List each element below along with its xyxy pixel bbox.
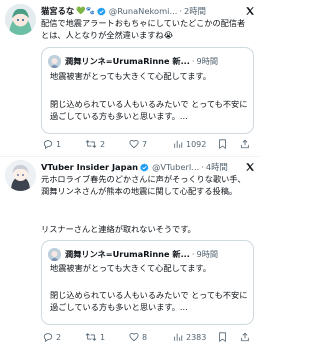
like-icon (129, 332, 139, 342)
views-icon (174, 333, 183, 341)
reply-icon (43, 333, 53, 342)
like-icon (129, 139, 139, 149)
author-handle[interactable]: @VTuberI... (152, 160, 199, 174)
like-count: 8 (142, 332, 148, 342)
quoted-post[interactable]: 潤舞リンネ=UrumaRinne 新... · 9時間 地震被害がとっても大きく… (41, 240, 254, 325)
views-icon (174, 140, 183, 148)
x-logo-icon (245, 162, 255, 172)
separator-dot: · (191, 56, 195, 66)
repost-count: 2 (100, 139, 106, 149)
bookmark-icon (219, 139, 226, 149)
share-icon (241, 139, 249, 149)
post-time[interactable]: 4時間 (206, 160, 228, 174)
views-button[interactable]: 2383 (173, 330, 206, 344)
quoted-post[interactable]: 潤舞リンネ=UrumaRinne 新... · 9時間 地震被害がとっても大きく… (41, 47, 254, 134)
post-actions: 1 2 7 1092 (41, 137, 255, 151)
repost-button[interactable]: 2 (85, 137, 105, 151)
views-count: 2383 (186, 332, 207, 342)
repost-count: 1 (100, 332, 106, 342)
post-text: 配信で地震アラートおもちゃにしていたどこかの配信者とは、人となりが全然違いますね… (41, 18, 246, 41)
quoted-text-line-1: 地震被害がとっても大きくて心配してます。 (50, 263, 211, 273)
post-2[interactable]: VTuber Insider Japan @VTuberI... · 4時間 元… (0, 157, 259, 350)
separator-dot: · (191, 249, 195, 259)
share-button[interactable] (240, 330, 250, 344)
bookmark-icon (219, 332, 226, 342)
post-actions: 2 1 8 2383 (41, 330, 255, 344)
like-count: 7 (142, 139, 148, 149)
author-name[interactable]: VTuber Insider Japan (41, 160, 138, 174)
repost-icon (85, 140, 97, 148)
verified-icon (97, 7, 106, 16)
reply-button[interactable]: 1 (43, 137, 61, 151)
avatar[interactable] (5, 4, 36, 35)
share-button[interactable] (240, 137, 250, 151)
author-emoji: 💚🐾 (76, 6, 95, 15)
quoted-post-time: 9時間 (196, 249, 219, 259)
post-time[interactable]: 2時間 (184, 4, 206, 18)
author-name[interactable]: 猫宮るな (41, 4, 74, 18)
avatar[interactable] (5, 160, 36, 191)
repost-button[interactable]: 1 (85, 330, 105, 344)
reply-count: 1 (56, 139, 62, 149)
repost-icon (85, 333, 97, 341)
post-1[interactable]: 猫宮るな 💚🐾 @RunaNekomi... · 2時間 配信で地震アラートおも… (0, 0, 259, 160)
reply-button[interactable]: 2 (43, 330, 61, 344)
quoted-post-header: 潤舞リンネ=UrumaRinne 新... · 9時間 (48, 247, 247, 261)
reply-count: 2 (56, 332, 62, 342)
verified-icon (140, 163, 149, 172)
quoted-post-time: 9時間 (196, 56, 219, 66)
quoted-text-line-1: 地震被害がとっても大きくて心配してます。 (50, 71, 211, 81)
reply-icon (43, 140, 53, 149)
quoted-author-name: 潤舞リンネ=UrumaRinne 新... (65, 249, 190, 259)
separator-dot: · (201, 162, 204, 172)
bookmark-button[interactable] (218, 137, 227, 151)
bookmark-button[interactable] (218, 330, 227, 344)
quoted-avatar (48, 54, 61, 68)
post-text-paragraph-1: 元ホロライブ春先のどかさんに声がそっくりな歌い手、潤舞リンネさんが熊本の地震に関… (41, 174, 246, 197)
quoted-text-line-2: 閉じ込められている人もいるみたいで とっても不安に過ごしている方も多いと思います… (50, 290, 248, 313)
quoted-text-line-2: 閉じ込められている人もいるみたいで とっても不安に過ごしている方も多いと思います… (50, 99, 248, 122)
post-text-paragraph-2: リスナーさんと連絡が取れないそうです。 (41, 224, 196, 234)
post-header: VTuber Insider Japan @VTuberI... · 4時間 (41, 160, 255, 174)
quoted-post-header: 潤舞リンネ=UrumaRinne 新... · 9時間 (48, 54, 247, 68)
views-button[interactable]: 1092 (173, 137, 206, 151)
x-logo-icon (245, 6, 255, 16)
like-button[interactable]: 8 (129, 330, 147, 344)
post-header: 猫宮るな 💚🐾 @RunaNekomi... · 2時間 (41, 4, 255, 18)
separator-dot: · (179, 6, 183, 16)
author-handle[interactable]: @RunaNekomi... (109, 4, 178, 18)
quoted-author-name: 潤舞リンネ=UrumaRinne 新... (65, 56, 190, 66)
views-count: 1092 (186, 139, 207, 149)
share-icon (241, 332, 249, 342)
quoted-avatar (48, 247, 61, 261)
like-button[interactable]: 7 (129, 137, 147, 151)
